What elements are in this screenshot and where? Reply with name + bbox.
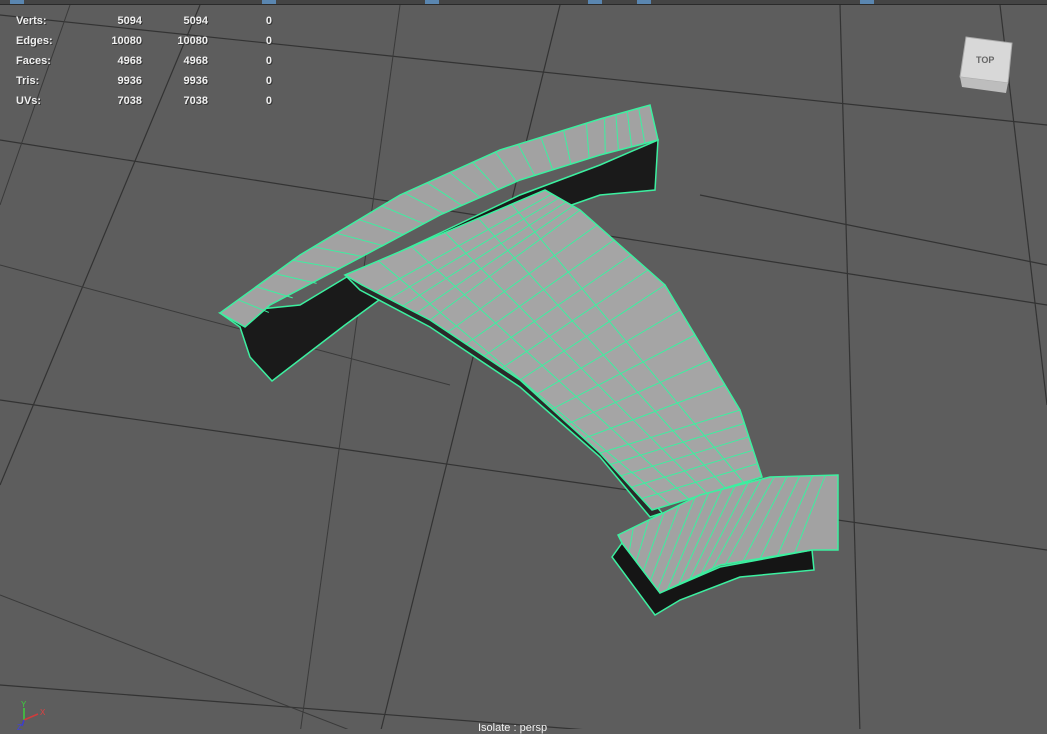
toolbar-button[interactable] bbox=[10, 0, 24, 4]
hud-label: Verts: bbox=[16, 15, 47, 27]
hud-a: 7038 bbox=[117, 95, 142, 107]
hud-b: 10080 bbox=[177, 35, 208, 47]
grid-line bbox=[699, 194, 1047, 266]
toolbar-button[interactable] bbox=[262, 0, 276, 4]
hud-row: Verts: 5094 5094 0 bbox=[16, 11, 272, 31]
scene-canvas[interactable] bbox=[0, 4, 1047, 734]
hud-row: Edges: 10080 10080 0 bbox=[16, 31, 272, 51]
view-cube-label: TOP bbox=[976, 55, 994, 65]
svg-text:Y: Y bbox=[21, 700, 27, 709]
persp-viewport[interactable]: Verts: 5094 5094 0 Edges: 10080 10080 0 Faces: 49… bbox=[0, 4, 1047, 734]
hud-row: Faces: 4968 4968 0 bbox=[16, 51, 272, 71]
hud-a: 4968 bbox=[117, 55, 142, 67]
hud-row: UVs: 7038 7038 0 bbox=[16, 91, 272, 111]
poly-count-hud: Verts: 5094 5094 0 Edges: 10080 10080 0 Faces: 49… bbox=[16, 11, 272, 111]
grid-line bbox=[299, 4, 401, 734]
hud-c: 0 bbox=[265, 35, 272, 47]
toolbar-button[interactable] bbox=[425, 0, 439, 4]
grid-line bbox=[839, 4, 861, 734]
hud-row: Tris: 9936 9936 0 bbox=[16, 71, 272, 91]
toolbar-button[interactable] bbox=[588, 0, 602, 4]
hud-b: 7038 bbox=[183, 95, 208, 107]
toolbar-button[interactable] bbox=[860, 0, 874, 4]
view-cube[interactable]: TOP bbox=[958, 35, 1014, 93]
grid-line bbox=[0, 399, 1047, 551]
viewport-camera-label: Isolate : persp bbox=[478, 722, 548, 734]
mesh[interactable] bbox=[217, 104, 839, 616]
hud-c: 0 bbox=[265, 75, 272, 87]
svg-text:X: X bbox=[40, 708, 46, 717]
hud-a: 5094 bbox=[117, 15, 142, 27]
hud-c: 0 bbox=[265, 55, 272, 67]
hud-c: 0 bbox=[265, 95, 272, 107]
hud-b: 5094 bbox=[183, 15, 208, 27]
hud-c: 0 bbox=[265, 15, 272, 27]
hud-b: 4968 bbox=[183, 55, 208, 67]
hud-a: 9936 bbox=[117, 75, 142, 87]
hud-label: Tris: bbox=[16, 75, 40, 87]
hud-b: 9936 bbox=[183, 75, 208, 87]
hud-label: UVs: bbox=[16, 95, 42, 107]
center-fan-top bbox=[343, 189, 763, 511]
toolbar-button[interactable] bbox=[637, 0, 651, 4]
axis-gizmo: Y X Z bbox=[17, 700, 46, 730]
hud-a: 10080 bbox=[111, 35, 142, 47]
hud-label: Edges: bbox=[16, 35, 53, 47]
hud-label: Faces: bbox=[16, 55, 51, 67]
